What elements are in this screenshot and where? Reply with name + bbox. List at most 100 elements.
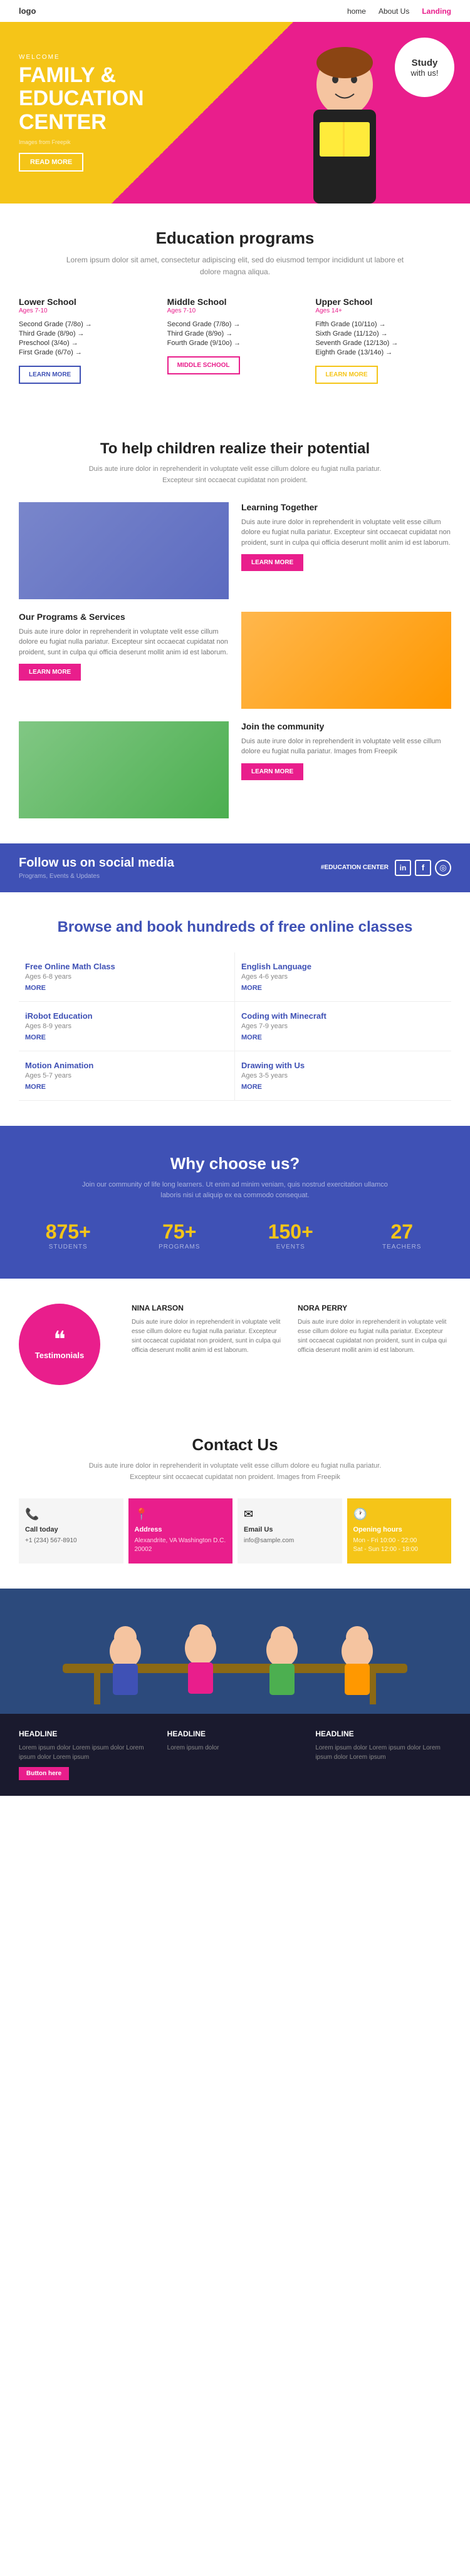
class-5-title: Drawing with Us xyxy=(241,1061,445,1070)
person-illustration xyxy=(282,34,407,204)
testimonial-2-body: Duis aute irure dolor in reprehenderit i… xyxy=(298,1317,451,1355)
quote-icon: ❝ xyxy=(53,1328,65,1351)
footer-col-2-body: Lorem ipsum dolor xyxy=(167,1743,303,1753)
hero-content: WELCOME FAMILY &EDUCATIONCENTER Images f… xyxy=(0,35,201,190)
contact-email-info: info@sample.com xyxy=(244,1537,336,1545)
stats-grid: 875+ STUDENTS 75+ PROGRAMS 150+ EVENTS 2… xyxy=(19,1220,451,1250)
education-programs-section: Education programs Lorem ipsum dolor sit… xyxy=(0,204,470,415)
hero-read-more-button[interactable]: READ MORE xyxy=(19,153,83,172)
upper-grade-4[interactable]: Eighth Grade (13/14o) → xyxy=(315,349,451,356)
class-5-more[interactable]: MORE xyxy=(241,1083,445,1091)
hero-welcome: WELCOME xyxy=(19,54,182,61)
potential-item-2: Our Programs & Services Duis aute irure … xyxy=(19,612,229,709)
class-3-age: Ages 7-9 years xyxy=(241,1023,445,1030)
stat-teachers-number: 27 xyxy=(353,1220,452,1244)
middle-grade-3[interactable]: Fourth Grade (9/10o) → xyxy=(167,339,303,347)
lower-grade-3[interactable]: Preschool (3/4o) → xyxy=(19,339,155,347)
contact-hours-title: Opening hours xyxy=(353,1526,446,1533)
contact-section: Contact Us Duis aute irure dolor in repr… xyxy=(0,1410,470,1589)
middle-grade-2[interactable]: Third Grade (8/9o) → xyxy=(167,330,303,337)
stat-programs-number: 75+ xyxy=(130,1220,229,1244)
browse-title: Browse and book hundreds of free online … xyxy=(19,917,451,937)
class-4-age: Ages 5-7 years xyxy=(25,1072,228,1079)
nav-logo: logo xyxy=(19,6,36,16)
potential-item-2-body: Duis aute irure dolor in reprehenderit i… xyxy=(19,627,229,658)
linkedin-icon[interactable]: in xyxy=(395,860,411,876)
education-title: Education programs xyxy=(19,229,451,248)
nav-link-about[interactable]: About Us xyxy=(379,7,409,16)
classroom-illustration xyxy=(0,1589,470,1714)
social-left: Follow us on social media Programs, Even… xyxy=(19,856,174,880)
social-subtitle: Programs, Events & Updates xyxy=(19,873,174,880)
class-1-age: Ages 4-6 years xyxy=(241,973,445,981)
social-media-section: Follow us on social media Programs, Even… xyxy=(0,843,470,892)
social-right: #EDUCATION CENTER in f ◎ xyxy=(321,860,451,876)
why-title: Why choose us? xyxy=(19,1154,451,1173)
contact-grid: 📞 Call today +1 (234) 567-8910 📍 Address… xyxy=(19,1498,451,1564)
upper-grade-1[interactable]: Fifth Grade (10/11o) → xyxy=(315,321,451,328)
email-icon: ✉ xyxy=(244,1508,336,1521)
contact-subtitle: Duis aute irure dolor in reprehenderit i… xyxy=(78,1461,392,1483)
instagram-icon[interactable]: ◎ xyxy=(435,860,451,876)
upper-grade-2[interactable]: Sixth Grade (11/12o) → xyxy=(315,330,451,337)
lower-grade-2[interactable]: Third Grade (8/9o) → xyxy=(19,330,155,337)
contact-address-info: Alexandrite, VA Washington D.C. 20002 xyxy=(135,1537,227,1554)
class-item-5: Drawing with Us Ages 3-5 years MORE xyxy=(235,1051,451,1101)
potential-title: To help children realize their potential xyxy=(19,440,451,458)
class-1-more[interactable]: MORE xyxy=(241,984,445,992)
potential-image-1 xyxy=(19,502,229,599)
browse-section: Browse and book hundreds of free online … xyxy=(0,892,470,1126)
class-2-more[interactable]: MORE xyxy=(25,1034,228,1041)
footer-col-3-body: Lorem ipsum dolor Lorem ipsum dolor Lore… xyxy=(315,1743,451,1762)
footer-col-1: HEADLINE Lorem ipsum dolor Lorem ipsum d… xyxy=(19,1729,155,1780)
nav-link-landing[interactable]: Landing xyxy=(422,7,451,16)
testimonial-1-name: NINA LARSON xyxy=(132,1304,285,1312)
testimonial-2-name: NORA PERRY xyxy=(298,1304,451,1312)
footer-col-1-btn[interactable]: Button here xyxy=(19,1767,69,1780)
middle-school-button[interactable]: MIDDLE SCHOOL xyxy=(167,356,240,374)
hero-credit: Images from Freepik xyxy=(19,139,182,145)
upper-grade-3[interactable]: Seventh Grade (12/13o) → xyxy=(315,339,451,347)
contact-card-hours: 🕐 Opening hours Mon - Fri 10:00 - 22:00 … xyxy=(347,1498,452,1564)
class-4-more[interactable]: MORE xyxy=(25,1083,228,1091)
potential-section: To help children realize their potential… xyxy=(0,415,470,843)
potential-item-2-title: Our Programs & Services xyxy=(19,612,229,622)
education-subtitle: Lorem ipsum dolor sit amet, consectetur … xyxy=(63,254,407,278)
footer-col-3: HEADLINE Lorem ipsum dolor Lorem ipsum d… xyxy=(315,1729,451,1780)
footer-col-2: HEADLINE Lorem ipsum dolor xyxy=(167,1729,303,1780)
program-middle: Middle School Ages 7-10 Second Grade (7/… xyxy=(167,297,303,384)
class-1-title: English Language xyxy=(241,962,445,971)
contact-card-address: 📍 Address Alexandrite, VA Washington D.C… xyxy=(128,1498,233,1564)
phone-icon: 📞 xyxy=(25,1508,117,1521)
footer-col-1-headline: HEADLINE xyxy=(19,1729,155,1738)
facebook-icon[interactable]: f xyxy=(415,860,431,876)
class-3-more[interactable]: MORE xyxy=(241,1034,445,1041)
lower-grade-4[interactable]: First Grade (6/7o) → xyxy=(19,349,155,356)
potential-item-2-btn[interactable]: LEARN MORE xyxy=(19,664,81,681)
nav-link-home[interactable]: home xyxy=(347,7,366,16)
program-upper: Upper School Ages 14+ Fifth Grade (10/11… xyxy=(315,297,451,384)
class-3-title: Coding with Minecraft xyxy=(241,1011,445,1021)
lower-grade-1[interactable]: Second Grade (7/8o) → xyxy=(19,321,155,328)
class-0-more[interactable]: MORE xyxy=(25,984,228,992)
class-item-4: Motion Animation Ages 5-7 years MORE xyxy=(19,1051,235,1101)
hero-person-image xyxy=(282,34,407,204)
potential-item-3-btn[interactable]: LEARN MORE xyxy=(241,763,303,780)
testimonial-2: NORA PERRY Duis aute irure dolor in repr… xyxy=(298,1304,451,1355)
lower-learn-more-button[interactable]: LEARN MORE xyxy=(19,366,81,384)
contact-card-email: ✉ Email Us info@sample.com xyxy=(238,1498,342,1564)
class-2-title: iRobot Education xyxy=(25,1011,228,1021)
footer-col-2-headline: HEADLINE xyxy=(167,1729,303,1738)
middle-grade-1[interactable]: Second Grade (7/8o) → xyxy=(167,321,303,328)
upper-learn-more-button[interactable]: LEARN MORE xyxy=(315,366,377,384)
potential-grid: Learning Together Duis aute irure dolor … xyxy=(19,502,451,818)
stat-programs: 75+ PROGRAMS xyxy=(130,1220,229,1250)
class-0-age: Ages 6-8 years xyxy=(25,973,228,981)
class-0-title: Free Online Math Class xyxy=(25,962,228,971)
potential-item-1-btn[interactable]: LEARN MORE xyxy=(241,554,303,571)
why-subtitle: Join our community of life long learners… xyxy=(78,1180,392,1202)
contact-address-title: Address xyxy=(135,1526,227,1533)
stat-students-label: STUDENTS xyxy=(19,1244,118,1250)
testimonials-label: Testimonials xyxy=(35,1351,85,1360)
hero-section: WELCOME FAMILY &EDUCATIONCENTER Images f… xyxy=(0,22,470,204)
